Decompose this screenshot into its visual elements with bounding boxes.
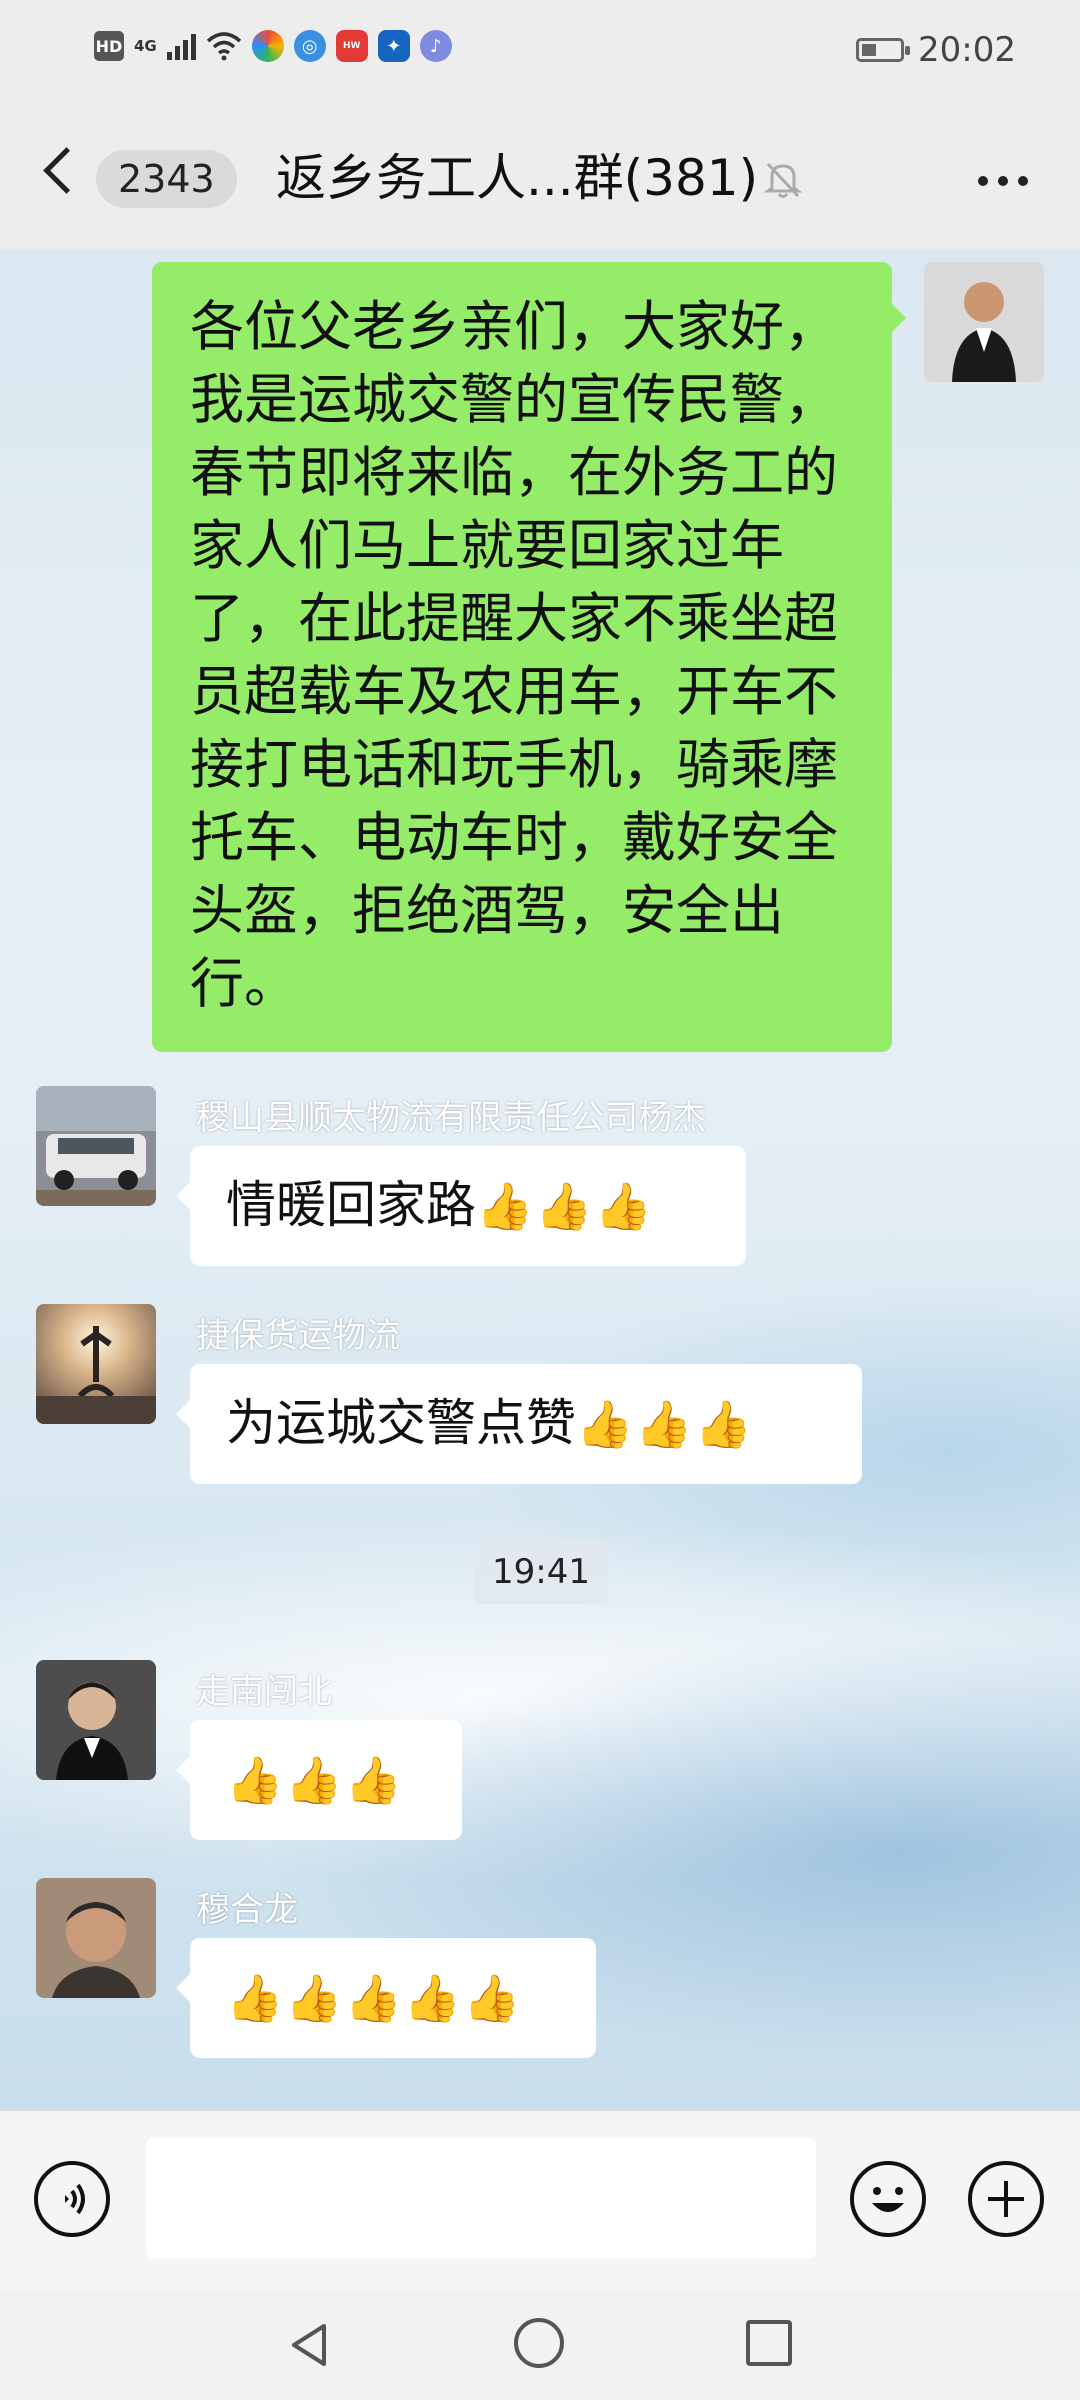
voice-icon[interactable] [34,2161,110,2237]
status-left: HD 4G ◎ HW ✦ ♪ [94,30,452,62]
maps-icon [251,30,284,62]
sender-name: 稷山县顺太物流有限责任公司杨杰 [196,1098,706,1138]
avatar[interactable] [36,1660,156,1780]
sender-name: 走南闯北 [196,1672,332,1712]
status-bar: HD 4G ◎ HW ✦ ♪ 20:02 [0,0,1080,110]
hd-badge: HD [94,31,124,61]
music-icon: ♪ [419,30,452,62]
wifi-icon [206,32,241,61]
network-type: 4G [134,37,157,55]
nav-recent-apps-icon[interactable] [746,2320,792,2366]
input-bar [0,2110,1080,2291]
message-bubble-incoming[interactable]: 为运城交警点赞👍👍👍 [176,1364,862,1484]
yoga-photo-icon [36,1304,156,1424]
message-bubble-outgoing[interactable]: 各位父老乡亲们，大家好，我是运城交警的宣传民警，春节即将来临，在外务工的家人们马… [152,262,906,1052]
thumbs-up-emoji: 👍👍👍 [576,1397,754,1451]
person-photo-icon [36,1660,156,1780]
avatar[interactable] [36,1878,156,1998]
plus-icon[interactable] [968,2161,1044,2237]
message-bubble-incoming[interactable]: 情暖回家路👍👍👍 [176,1146,746,1266]
nav-home-icon[interactable] [514,2318,564,2368]
thumbs-up-emoji: 👍👍👍 [476,1179,654,1233]
battery-icon [856,38,911,62]
message-bubble-incoming[interactable]: 👍👍👍👍👍 [176,1938,596,2058]
timestamp: 19:41 [474,1540,608,1604]
clock: 20:02 [918,30,1016,70]
car-photo-icon [36,1086,156,1206]
chat-title[interactable]: 返乡务工人...群(381) [276,146,758,210]
person-photo-icon [36,1878,156,1998]
system-nav-bar [0,2290,1080,2400]
unread-count-badge[interactable]: 2343 [96,150,237,208]
voice-waves-icon [65,2183,85,2215]
message-input[interactable] [146,2137,816,2259]
huawei-icon: HW [335,30,368,62]
message-bubble-incoming[interactable]: 👍👍👍 [176,1720,462,1840]
avatar[interactable] [924,262,1044,382]
status-right: 20:02 [856,30,1016,70]
message-text: 各位父老乡亲们，大家好，我是运城交警的宣传民警，春节即将来临，在外务工的家人们马… [190,295,838,1015]
browser-icon: ◎ [293,30,326,62]
sender-name: 捷保货运物流 [196,1316,400,1356]
chat-area[interactable]: 各位父老乡亲们，大家好，我是运城交警的宣传民警，春节即将来临，在外务工的家人们马… [0,250,1080,2110]
sender-name: 穆合龙 [196,1890,298,1930]
smiley-face-icon [872,2187,904,2212]
lightbulb-icon: ✦ [377,30,410,62]
emoji-icon[interactable] [850,2161,926,2237]
muted-bell-icon [763,162,803,198]
plus-sign-icon [988,2181,1024,2217]
avatar[interactable] [36,1086,156,1206]
nav-back-icon[interactable] [284,2320,334,2370]
thumbs-up-emoji: 👍👍👍 [226,1753,404,1807]
message-text: 为运城交警点赞 [226,1394,576,1452]
chat-header: 2343 返乡务工人...群(381) [0,110,1080,251]
avatar[interactable] [36,1304,156,1424]
thumbs-up-emoji: 👍👍👍👍👍 [226,1971,523,2025]
signal-icon [166,32,196,60]
message-text: 情暖回家路 [226,1176,476,1234]
more-dots-icon[interactable] [978,176,1028,186]
person-photo-icon [924,262,1044,382]
back-chevron-icon[interactable] [43,147,90,194]
